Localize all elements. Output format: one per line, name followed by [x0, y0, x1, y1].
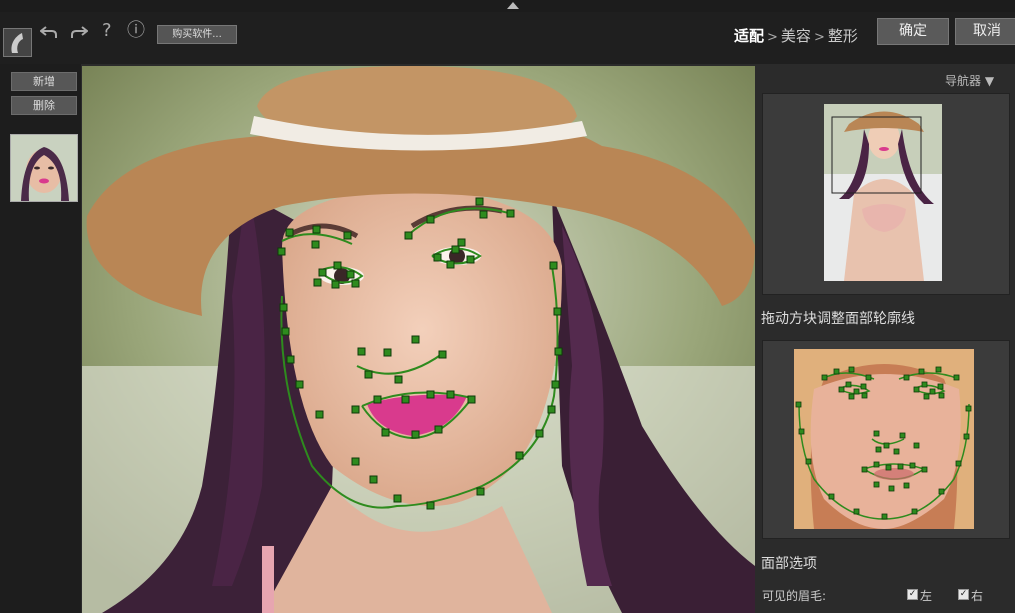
- delete-button[interactable]: 删除: [11, 96, 77, 115]
- undo-icon[interactable]: [39, 24, 58, 44]
- eyebrow-left-label: 左: [920, 589, 933, 603]
- photo-thumbnail[interactable]: [10, 134, 78, 202]
- breadcrumb-separator: >: [813, 30, 825, 45]
- app-logo: [3, 28, 32, 57]
- toolbar: [0, 12, 1015, 64]
- navigator-preview[interactable]: [824, 104, 942, 281]
- info-icon[interactable]: ⓘ: [127, 22, 145, 40]
- eyebrow-visibility-label: 可见的眉毛:: [762, 589, 827, 603]
- face-options-title: 面部选项: [761, 556, 817, 572]
- help-icon[interactable]: ?: [102, 22, 112, 40]
- add-button[interactable]: 新增: [11, 72, 77, 91]
- breadcrumb: 适配 > 美容 > 整形: [734, 25, 858, 46]
- eyebrow-right-checkbox[interactable]: ✓: [958, 589, 969, 600]
- navigator-title[interactable]: 导航器 ▼: [945, 72, 994, 89]
- breadcrumb-step-beauty[interactable]: 美容: [781, 27, 811, 45]
- window-top-strip: [0, 0, 1015, 12]
- photo-canvas[interactable]: [82, 66, 755, 613]
- reference-face-image: [794, 349, 974, 529]
- eyebrow-right-label: 右: [971, 589, 984, 603]
- redo-icon[interactable]: [70, 24, 89, 44]
- breadcrumb-step-shape[interactable]: 整形: [828, 27, 858, 45]
- buy-software-button[interactable]: 购买软件...: [157, 25, 237, 44]
- confirm-button[interactable]: 确定: [877, 18, 949, 45]
- eyebrow-left-checkbox[interactable]: ✓: [907, 589, 918, 600]
- cancel-button[interactable]: 取消: [955, 18, 1015, 45]
- drag-hint-title: 拖动方块调整面部轮廓线: [761, 311, 915, 327]
- collapse-arrow-icon[interactable]: [507, 2, 519, 9]
- breadcrumb-separator: >: [767, 30, 778, 45]
- breadcrumb-step-fit[interactable]: 适配: [734, 27, 764, 45]
